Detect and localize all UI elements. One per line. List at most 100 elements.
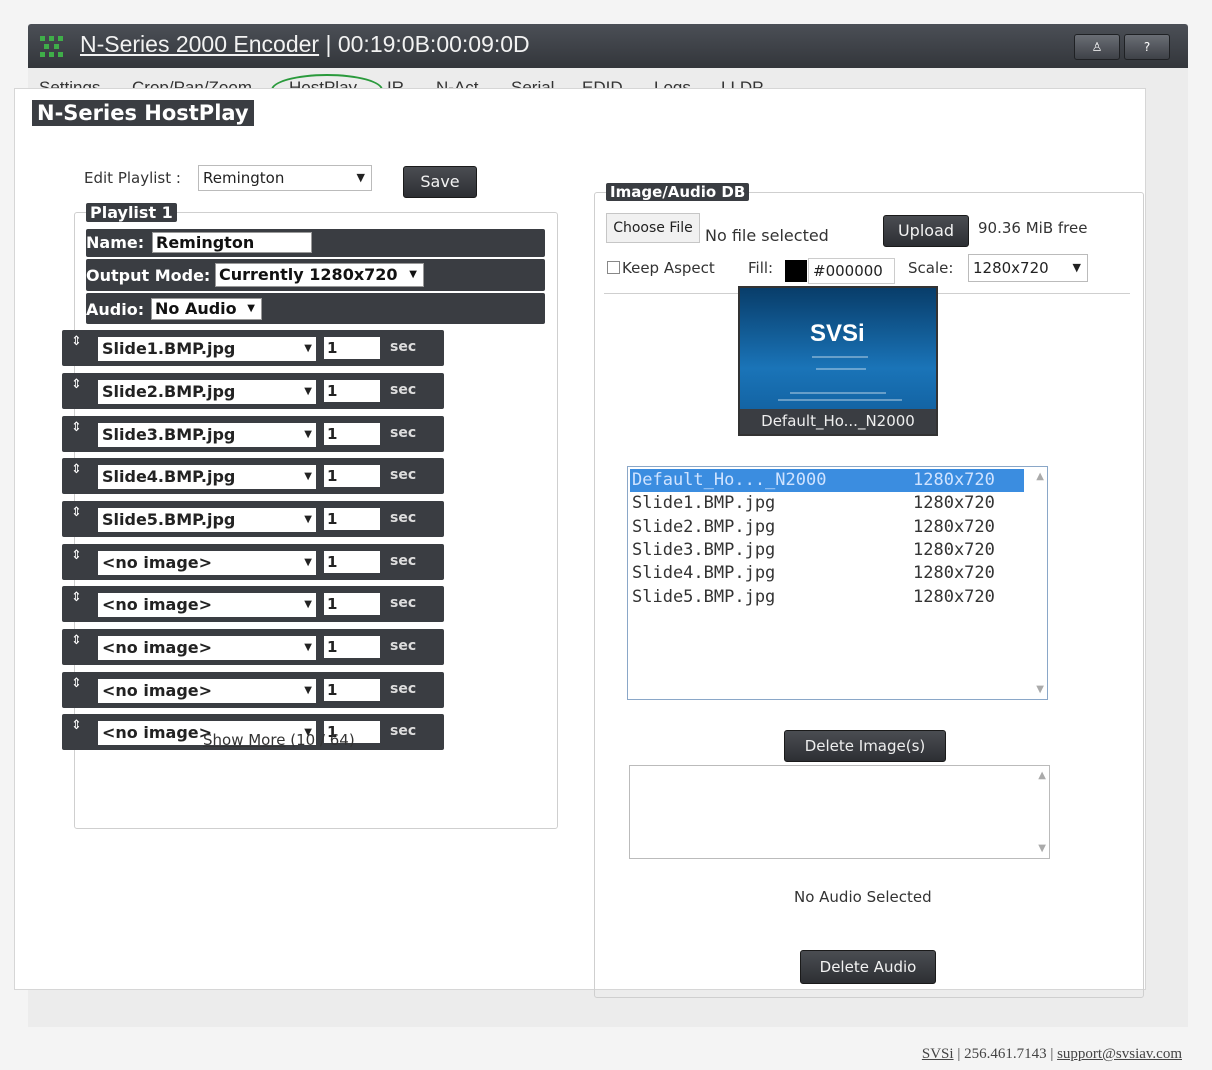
drag-handle-icon[interactable]: ⇕ bbox=[71, 676, 82, 691]
slide-duration-input[interactable]: 1 bbox=[324, 679, 380, 701]
image-list-item[interactable]: Slide4.BMP.jpg 1280x720 bbox=[630, 562, 1024, 585]
edit-playlist-label: Edit Playlist : bbox=[84, 169, 181, 187]
audio-label: Audio: bbox=[86, 300, 145, 319]
image-list[interactable]: Default_Ho..._N2000 1280x720 Slide1.BMP.jp… bbox=[627, 466, 1048, 700]
drag-handle-icon[interactable]: ⇕ bbox=[71, 505, 82, 520]
name-input[interactable]: Remington bbox=[152, 232, 312, 253]
slide-duration-input[interactable]: 1 bbox=[324, 508, 380, 530]
slide-image-select[interactable]: Slide5.BMP.jpg ▼ bbox=[98, 508, 316, 532]
fill-color-input[interactable]: #000000 bbox=[808, 258, 895, 284]
scroll-up-icon[interactable]: ▲ bbox=[1036, 471, 1044, 482]
audio-list[interactable]: ▲ ▼ bbox=[629, 765, 1050, 859]
chevron-down-icon: ▼ bbox=[356, 171, 365, 184]
image-name: Slide3.BMP.jpg bbox=[632, 539, 776, 560]
title-bar: N-Series 2000 Encoder | 00:19:0B:00:09:0… bbox=[28, 24, 1188, 68]
slide-image-value: <no image> bbox=[102, 723, 213, 742]
drag-handle-icon[interactable]: ⇕ bbox=[71, 718, 82, 733]
slide-duration-input[interactable]: 1 bbox=[324, 465, 380, 487]
show-more-link[interactable]: Show More bbox=[203, 731, 285, 749]
slide-image-select[interactable]: Slide4.BMP.jpg ▼ bbox=[98, 465, 316, 489]
image-name: Slide1.BMP.jpg bbox=[632, 493, 776, 514]
save-button[interactable]: Save bbox=[403, 166, 477, 198]
slide-row: ⇕ <no image> ▼ 1 sec bbox=[62, 629, 444, 665]
output-mode-select[interactable]: Currently 1280x720 ▼ bbox=[215, 263, 424, 287]
slide-row: ⇕ Slide1.BMP.jpg ▼ 1 sec bbox=[62, 330, 444, 366]
footer-brand-link[interactable]: SVSi bbox=[922, 1046, 954, 1062]
drag-handle-icon[interactable]: ⇕ bbox=[71, 462, 82, 477]
slide-row: ⇕ Slide4.BMP.jpg ▼ 1 sec bbox=[62, 458, 444, 494]
scroll-down-icon[interactable]: ▼ bbox=[1036, 684, 1044, 695]
image-list-item[interactable]: Slide1.BMP.jpg 1280x720 bbox=[630, 492, 1024, 515]
slide-image-select[interactable]: <no image> ▼ bbox=[98, 636, 316, 660]
slide-image-value: Slide2.BMP.jpg bbox=[102, 382, 236, 401]
chevron-down-icon: ▼ bbox=[304, 386, 312, 397]
slide-image-value: <no image> bbox=[102, 681, 213, 700]
slide-duration-unit: sec bbox=[390, 467, 417, 483]
drag-handle-icon[interactable]: ⇕ bbox=[71, 377, 82, 392]
help-button[interactable]: ? bbox=[1124, 34, 1170, 60]
slide-duration-unit: sec bbox=[390, 681, 417, 697]
slide-duration-unit: sec bbox=[390, 382, 417, 398]
slide-image-value: <no image> bbox=[102, 553, 213, 572]
footer-phone: | 256.461.7143 | bbox=[953, 1046, 1058, 1062]
slide-duration-input[interactable]: 1 bbox=[324, 337, 380, 359]
slide-duration-input[interactable]: 1 bbox=[324, 593, 380, 615]
scale-select[interactable]: 1280x720 ▼ bbox=[968, 254, 1088, 282]
chevron-down-icon: ▼ bbox=[304, 429, 312, 440]
drag-handle-icon[interactable]: ⇕ bbox=[71, 548, 82, 563]
thumb-caption: Default_Ho..._N2000 bbox=[740, 409, 936, 434]
slide-image-select[interactable]: <no image> ▼ bbox=[98, 551, 316, 575]
slide-duration-unit: sec bbox=[390, 339, 417, 355]
drag-handle-icon[interactable]: ⇕ bbox=[71, 420, 82, 435]
image-list-item[interactable]: Slide5.BMP.jpg 1280x720 bbox=[630, 586, 1024, 609]
support-email-link[interactable]: support@svsiav.com bbox=[1057, 1046, 1182, 1062]
fill-label: Fill: bbox=[748, 259, 774, 277]
keep-aspect-checkbox[interactable] bbox=[607, 261, 620, 274]
edit-playlist-select[interactable]: Remington ▼ bbox=[198, 165, 372, 191]
slide-row: ⇕ Slide2.BMP.jpg ▼ 1 sec bbox=[62, 373, 444, 409]
image-list-item[interactable]: Default_Ho..._N2000 1280x720 bbox=[630, 469, 1024, 492]
slide-image-value: <no image> bbox=[102, 638, 213, 657]
image-name: Slide5.BMP.jpg bbox=[632, 586, 776, 607]
image-resolution: 1280x720 bbox=[913, 516, 995, 537]
slide-image-select[interactable]: Slide2.BMP.jpg ▼ bbox=[98, 380, 316, 404]
upload-button[interactable]: Upload bbox=[883, 215, 969, 247]
scroll-down-icon[interactable]: ▼ bbox=[1038, 843, 1046, 854]
device-name-link[interactable]: N-Series 2000 Encoder bbox=[80, 31, 319, 57]
name-row: Name: Remington bbox=[86, 229, 545, 257]
slide-duration-input[interactable]: 1 bbox=[324, 636, 380, 658]
image-list-item[interactable]: Slide2.BMP.jpg 1280x720 bbox=[630, 516, 1024, 539]
audio-select[interactable]: No Audio ▼ bbox=[151, 298, 262, 320]
image-name: Slide2.BMP.jpg bbox=[632, 516, 776, 537]
delete-images-button[interactable]: Delete Image(s) bbox=[784, 730, 946, 762]
slide-image-select[interactable]: Slide3.BMP.jpg ▼ bbox=[98, 423, 316, 447]
slide-duration-input[interactable]: 1 bbox=[324, 380, 380, 402]
drag-handle-icon[interactable]: ⇕ bbox=[71, 590, 82, 605]
slide-duration-input[interactable]: 1 bbox=[324, 423, 380, 445]
image-name: Default_Ho..._N2000 bbox=[632, 470, 827, 490]
audio-row: Audio: No Audio ▼ bbox=[86, 293, 545, 324]
slide-image-select[interactable]: <no image> ▼ bbox=[98, 679, 316, 703]
fill-color-swatch[interactable] bbox=[785, 260, 807, 282]
slide-row: ⇕ <no image> ▼ 1 sec bbox=[62, 544, 444, 580]
thumb-text-line bbox=[778, 399, 902, 401]
choose-file-button[interactable]: Choose File bbox=[606, 213, 700, 243]
slide-duration-input[interactable]: 1 bbox=[324, 551, 380, 573]
thumb-brand: SVSi bbox=[810, 320, 865, 347]
slide-image-select[interactable]: <no image> ▼ bbox=[98, 593, 316, 617]
drag-handle-icon[interactable]: ⇕ bbox=[71, 633, 82, 648]
image-audio-db-legend: Image/Audio DB bbox=[606, 183, 750, 201]
image-list-item[interactable]: Slide3.BMP.jpg 1280x720 bbox=[630, 539, 1024, 562]
output-mode-label: Output Mode: bbox=[86, 266, 211, 285]
scroll-up-icon[interactable]: ▲ bbox=[1038, 770, 1046, 781]
drag-handle-icon[interactable]: ⇕ bbox=[71, 334, 82, 349]
audio-value: No Audio bbox=[155, 299, 237, 318]
edit-playlist-value: Remington bbox=[203, 169, 285, 187]
slide-image-select[interactable]: Slide1.BMP.jpg ▼ bbox=[98, 337, 316, 361]
image-resolution: 1280x720 bbox=[913, 586, 995, 607]
no-file-selected: No file selected bbox=[705, 226, 829, 245]
delete-audio-button[interactable]: Delete Audio bbox=[800, 950, 936, 984]
user-button[interactable]: ♙ bbox=[1074, 34, 1120, 60]
thumb-text-line bbox=[816, 368, 866, 370]
image-name: Slide4.BMP.jpg bbox=[632, 563, 776, 584]
